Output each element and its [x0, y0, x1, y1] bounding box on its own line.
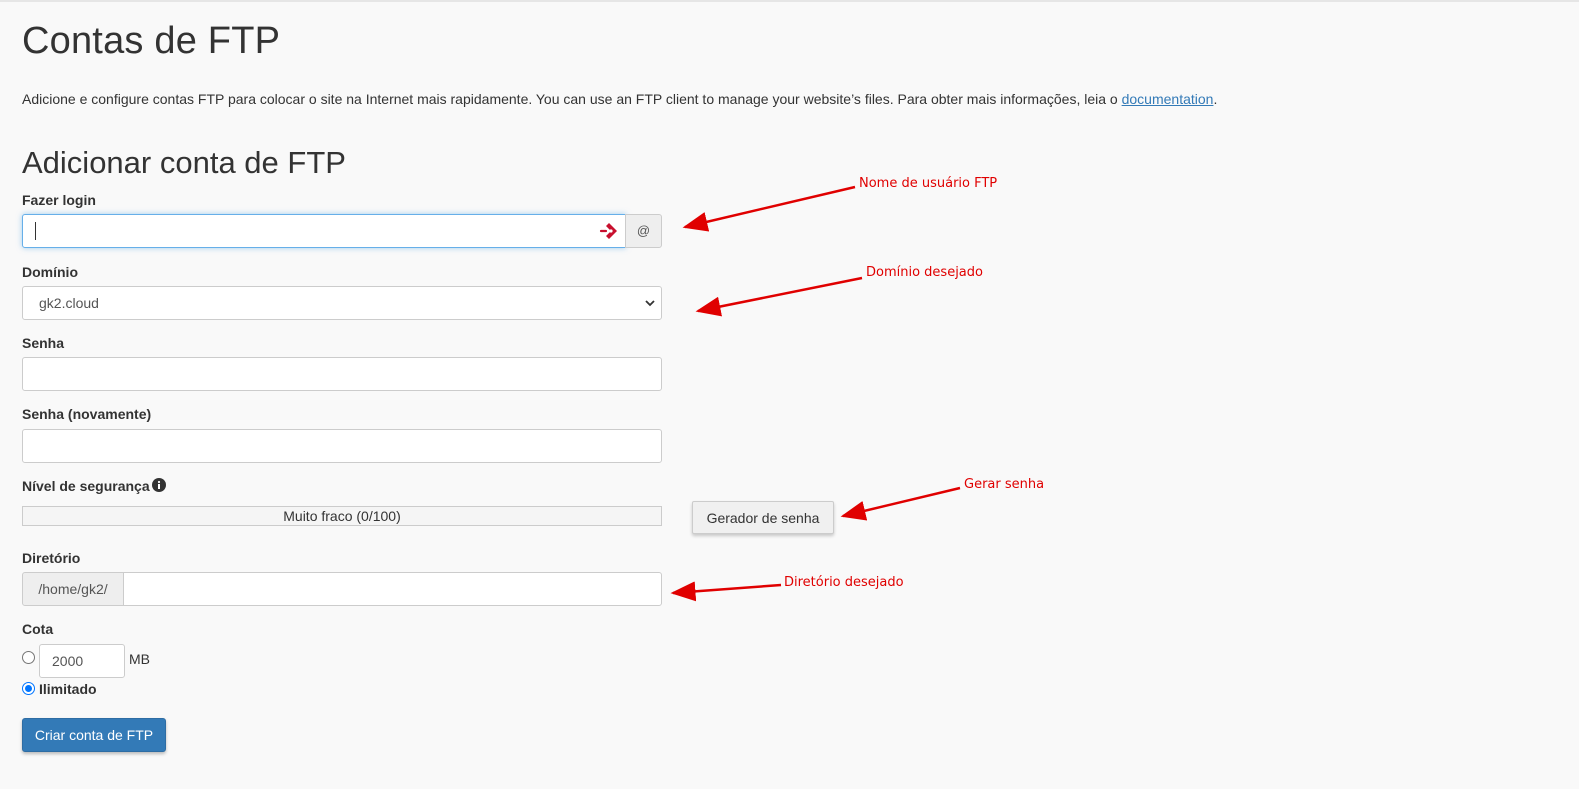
annotation-username: Nome de usuário FTP — [859, 176, 998, 191]
arrow-domain — [695, 276, 863, 317]
arrow-generate — [840, 486, 961, 521]
annotation-domain: Domínio desejado — [866, 265, 983, 280]
arrow-directory — [670, 581, 782, 602]
arrow-username — [682, 185, 856, 232]
annotation-arrows — [670, 185, 961, 602]
annotation-generate: Gerar senha — [964, 477, 1045, 492]
annotation-directory: Diretório desejado — [784, 575, 904, 590]
